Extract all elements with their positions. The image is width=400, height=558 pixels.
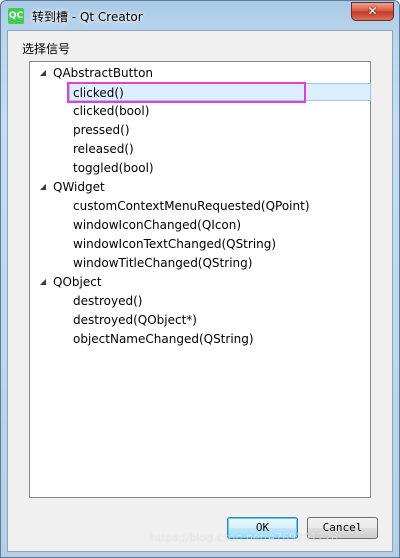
tree-item-object-name-changed[interactable]: objectNameChanged(QString) xyxy=(73,330,254,348)
window-title: 转到槽 - Qt Creator xyxy=(32,10,143,24)
tree-group-qwidget[interactable]: QWidget xyxy=(53,178,105,196)
tree-item-window-title-changed[interactable]: windowTitleChanged(QString) xyxy=(73,254,252,272)
tree-item-pressed[interactable]: pressed() xyxy=(73,121,130,139)
group-label: 选择信号 xyxy=(22,42,71,56)
tree-item-toggled-bool[interactable]: toggled(bool) xyxy=(73,159,154,177)
tree-group-qabstractbutton[interactable]: QAbstractButton xyxy=(53,64,153,82)
expand-arrow-icon[interactable]: ◢ xyxy=(38,178,48,196)
signal-tree[interactable]: ◢ QAbstractButton clicked() clicked(bool… xyxy=(29,61,371,498)
qt-creator-icon: QC xyxy=(8,8,24,24)
annotation-highlight-box xyxy=(67,82,306,103)
title-bar[interactable]: QC 转到槽 - Qt Creator ✕ xyxy=(1,1,399,31)
tree-item-clicked-bool[interactable]: clicked(bool) xyxy=(73,102,149,120)
tree-item-window-icon-changed[interactable]: windowIconChanged(QIcon) xyxy=(73,216,241,234)
tree-group-qobject[interactable]: QObject xyxy=(53,273,102,291)
tree-item-destroyed[interactable]: destroyed() xyxy=(73,292,142,310)
tree-item-released[interactable]: released() xyxy=(73,140,134,158)
tree-item-window-icon-text-changed[interactable]: windowIconTextChanged(QString) xyxy=(73,235,276,253)
close-button[interactable]: ✕ xyxy=(351,2,394,21)
expand-arrow-icon[interactable]: ◢ xyxy=(38,64,48,82)
tree-item-custom-context-menu-requested[interactable]: customContextMenuRequested(QPoint) xyxy=(73,197,310,215)
watermark: https://blog.csdn.net/A769201228 xyxy=(150,531,339,544)
tree-item-destroyed-qobject[interactable]: destroyed(QObject*) xyxy=(73,311,197,329)
expand-arrow-icon[interactable]: ◢ xyxy=(38,273,48,291)
